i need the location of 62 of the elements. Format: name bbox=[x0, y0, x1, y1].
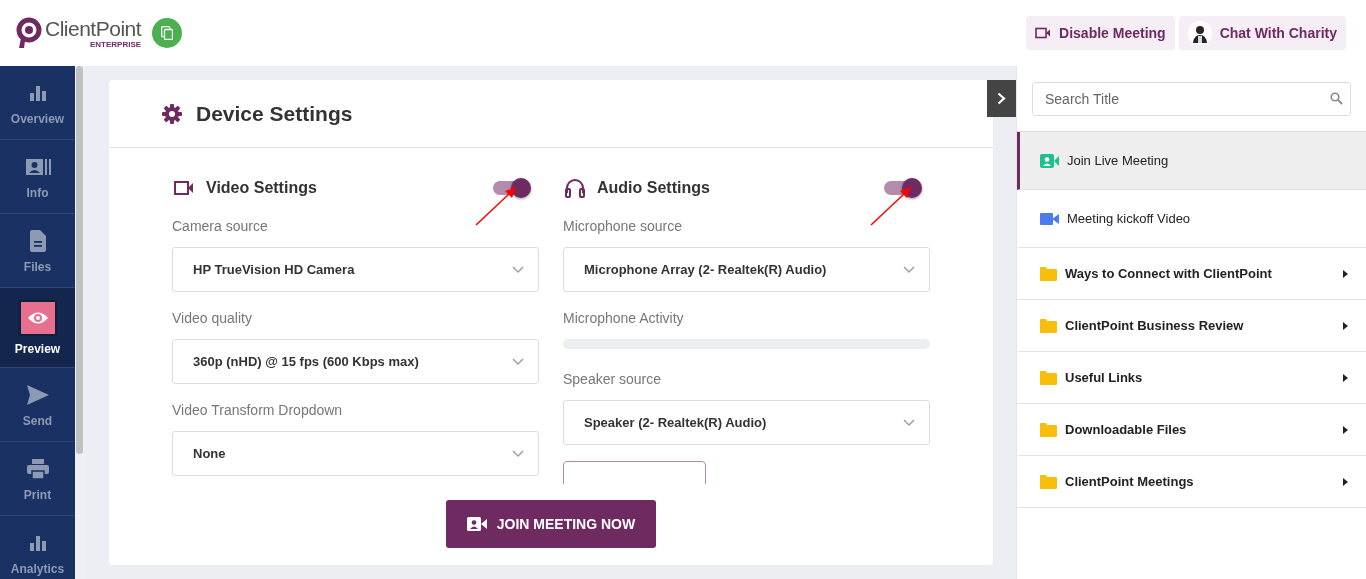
edition-label: ENTERPRISE bbox=[89, 40, 142, 49]
dropdown-field[interactable]: Speaker (2- Realtek(R) Audio) bbox=[563, 400, 930, 445]
section-title: Video Settings bbox=[206, 179, 318, 197]
section-title: Audio Settings bbox=[597, 179, 711, 197]
folder-icon bbox=[1040, 370, 1057, 385]
nav-item[interactable]: Preview bbox=[0, 288, 75, 368]
toggle-switch[interactable] bbox=[884, 181, 920, 195]
headphones-icon bbox=[565, 178, 585, 198]
video-contact-icon bbox=[1040, 153, 1059, 168]
chevron-down-icon bbox=[512, 265, 524, 274]
content-item[interactable]: Ways to Connect with ClientPoint bbox=[1017, 248, 1366, 300]
logo-icon bbox=[16, 17, 42, 49]
video-camera-icon bbox=[1040, 212, 1059, 225]
chevron-right-icon bbox=[997, 92, 1006, 105]
video-camera-icon bbox=[174, 181, 194, 195]
chat-button[interactable]: Chat With Charity bbox=[1178, 16, 1346, 50]
chevron-down-icon bbox=[903, 265, 915, 274]
field-label: Microphone Activity bbox=[563, 310, 685, 326]
toggle-switch[interactable] bbox=[493, 181, 529, 195]
join-meeting-button[interactable]: JOIN MEETING NOW bbox=[446, 500, 656, 548]
printer-icon bbox=[26, 458, 49, 479]
chevron-down-icon bbox=[903, 418, 915, 427]
contact-card-icon bbox=[24, 157, 51, 176]
video-contact-icon bbox=[466, 517, 487, 531]
copy-icon bbox=[161, 26, 174, 40]
content-item[interactable]: ClientPoint Business Review bbox=[1017, 300, 1366, 352]
chevron-down-icon bbox=[512, 449, 524, 458]
annotation-arrow bbox=[870, 186, 912, 226]
folder-icon bbox=[1040, 318, 1057, 333]
field-label: Video quality bbox=[172, 310, 253, 326]
folder-icon bbox=[1040, 474, 1057, 489]
dropdown-field[interactable]: HP TrueVision HD Camera bbox=[172, 247, 539, 292]
avatar-icon bbox=[1187, 21, 1212, 45]
video-camera-icon bbox=[1035, 27, 1052, 39]
dropdown-field[interactable]: Microphone Array (2- Realtek(R) Audio) bbox=[563, 247, 930, 292]
content-item[interactable]: Downloadable Files bbox=[1017, 404, 1366, 456]
eye-icon bbox=[26, 310, 49, 325]
copy-button[interactable] bbox=[152, 18, 183, 48]
disable-meeting-button[interactable]: Disable Meeting bbox=[1026, 16, 1175, 50]
folder-icon bbox=[1040, 422, 1057, 437]
dropdown-field[interactable]: None bbox=[172, 431, 539, 476]
content-item[interactable]: Meeting kickoff Video bbox=[1017, 190, 1366, 248]
brand-name: ClientPoint bbox=[45, 17, 142, 39]
field-label: Camera source bbox=[172, 218, 269, 234]
annotation-arrow bbox=[475, 186, 517, 226]
chevron-down-icon bbox=[512, 357, 524, 366]
content-item[interactable]: ClientPoint Meetings bbox=[1017, 456, 1366, 508]
dropdown-field[interactable]: 360p (nHD) @ 15 fps (600 Kbps max) bbox=[172, 339, 539, 384]
content-item[interactable]: Join Live Meeting bbox=[1017, 132, 1366, 190]
field-label: Speaker source bbox=[563, 371, 663, 387]
field-label: Microphone source bbox=[563, 218, 684, 234]
field-label: Video Transform Dropdown bbox=[172, 402, 344, 418]
scrollbar[interactable] bbox=[76, 66, 83, 454]
send-icon bbox=[26, 384, 49, 405]
document-icon bbox=[29, 229, 46, 252]
search-field[interactable]: Search Title bbox=[1032, 81, 1351, 116]
folder-icon bbox=[1040, 266, 1057, 281]
search-icon bbox=[1330, 91, 1343, 105]
collapse-button[interactable] bbox=[987, 80, 1016, 117]
card-title: Device Settings bbox=[196, 101, 353, 126]
content-item[interactable]: Useful Links bbox=[1017, 352, 1366, 404]
gear-icon bbox=[162, 103, 182, 124]
